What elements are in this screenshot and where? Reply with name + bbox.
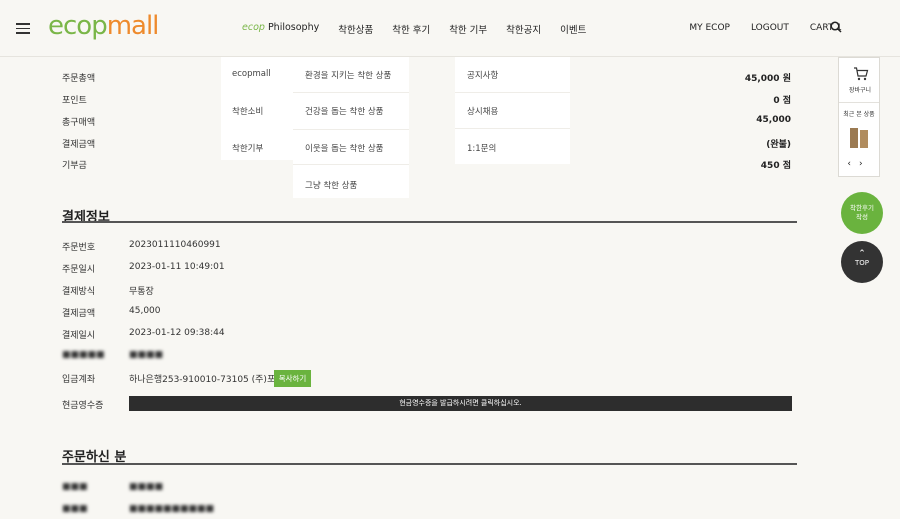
divider: [293, 129, 409, 130]
logo[interactable]: ecopmall: [48, 11, 159, 41]
logout-link[interactable]: LOGOUT: [751, 23, 789, 33]
caret-up-icon: ⌃: [858, 249, 866, 259]
scroll-top-button[interactable]: ⌃ TOP: [841, 241, 883, 283]
dropdown-item[interactable]: 상시채용: [467, 105, 498, 117]
copy-button[interactable]: 복사하기: [274, 370, 311, 387]
blurred-text: ■■■■: [129, 350, 164, 360]
summary-row: 포인트 0 점: [62, 96, 791, 106]
blurred-text: ■■■: [62, 482, 88, 492]
summary-row: 기부금 450 점: [62, 161, 791, 171]
summary-row: 결제금액 (완불): [62, 140, 791, 150]
dropdown-col-philosophy: ecopmall 착한소비 착한기부: [221, 57, 293, 160]
info-row-account: 입금계좌 하나은행253-910010-73105 (주)포레: [62, 375, 284, 385]
nav-good-notice[interactable]: 착한공지: [506, 22, 541, 36]
nav-good-reviews[interactable]: 착한 후기: [392, 22, 430, 36]
divider: [455, 92, 570, 93]
info-row-blurred: ■■■ ■■■■: [62, 482, 797, 496]
dropdown-item[interactable]: 착한기부: [232, 142, 263, 154]
header: ecopmall ecop Philosophy 착한상품 착한 후기 착한 기…: [0, 0, 900, 57]
nav-philosophy[interactable]: ecop Philosophy: [242, 22, 319, 36]
info-row: 주문번호 20230111104609​91: [62, 240, 221, 253]
dropdown-col-products: 환경을 지키는 착한 상품 건강을 돕는 착한 상품 이웃을 돕는 착한 상품 …: [293, 57, 409, 198]
cart-label[interactable]: 장바구니: [839, 85, 881, 94]
nav-event[interactable]: 이벤트: [560, 22, 586, 36]
dropdown-col-notice: 공지사항 상시채용 1:1문의: [455, 57, 570, 164]
dropdown-item[interactable]: 환경을 지키는 착한 상품: [305, 69, 391, 81]
info-row-blurred: ■■■ ■■■■■■■■■■: [62, 504, 797, 518]
summary-row: 주문총액 45,000 원: [62, 74, 791, 84]
main-nav: ecop Philosophy 착한상품 착한 후기 착한 기부 착한공지 이벤…: [242, 22, 605, 36]
menu-icon[interactable]: [16, 23, 30, 34]
dropdown-item[interactable]: ecopmall: [232, 69, 271, 79]
divider: [293, 92, 409, 93]
divider: [62, 463, 797, 465]
next-arrow-icon[interactable]: ›: [859, 159, 871, 169]
summary-row: 총구매액 45,000: [62, 115, 791, 128]
dropdown-item[interactable]: 착한소비: [232, 105, 263, 117]
dropdown-item[interactable]: 그냥 착한 상품: [305, 179, 357, 191]
blurred-text: ■■■■: [129, 482, 164, 492]
recent-items-label: 최근 본 상품: [843, 111, 875, 118]
recent-nav: ‹›: [839, 159, 879, 169]
recent-product-thumbnail[interactable]: [848, 126, 870, 150]
cart-icon[interactable]: [853, 66, 869, 82]
blurred-text: ■■■■■: [62, 350, 105, 360]
divider: [62, 221, 797, 223]
my-ecop-link[interactable]: MY ECOP: [689, 23, 730, 33]
info-row: 결제일시 2023-01-12 09:38:44: [62, 328, 225, 341]
divider: [293, 164, 409, 165]
dropdown-item[interactable]: 공지사항: [467, 69, 498, 81]
blurred-text: ■■■: [62, 504, 88, 514]
divider: [455, 128, 570, 129]
cash-receipt-button[interactable]: 현금영수증을 발급하시려면 클릭하십시오.: [129, 396, 792, 411]
quick-menu: 장바구니 최근 본 상품 ‹›: [838, 57, 880, 177]
info-row-blurred: ■■■■■ ■■■■: [62, 350, 797, 364]
nav-good-donation[interactable]: 착한 기부: [449, 22, 487, 36]
prev-arrow-icon[interactable]: ‹: [847, 159, 859, 169]
info-row: 주문일시 2023-01-11 10:49:01: [62, 262, 225, 275]
dropdown-item[interactable]: 이웃을 돕는 착한 상품: [305, 142, 384, 154]
blurred-text: ■■■■■■■■■■: [129, 504, 215, 514]
write-review-button[interactable]: 착한후기 작성: [841, 192, 883, 234]
dropdown-item[interactable]: 1:1문의: [467, 142, 496, 154]
info-row: 결제방식 무통장: [62, 287, 154, 297]
info-row: 결제금액 45,000: [62, 306, 161, 319]
nav-good-products[interactable]: 착한상품: [338, 22, 373, 36]
util-nav: MY ECOP LOGOUT CART 1: [668, 23, 842, 33]
dropdown-item[interactable]: 건강을 돕는 착한 상품: [305, 105, 384, 117]
divider: [839, 102, 879, 103]
search-icon[interactable]: [830, 21, 842, 33]
